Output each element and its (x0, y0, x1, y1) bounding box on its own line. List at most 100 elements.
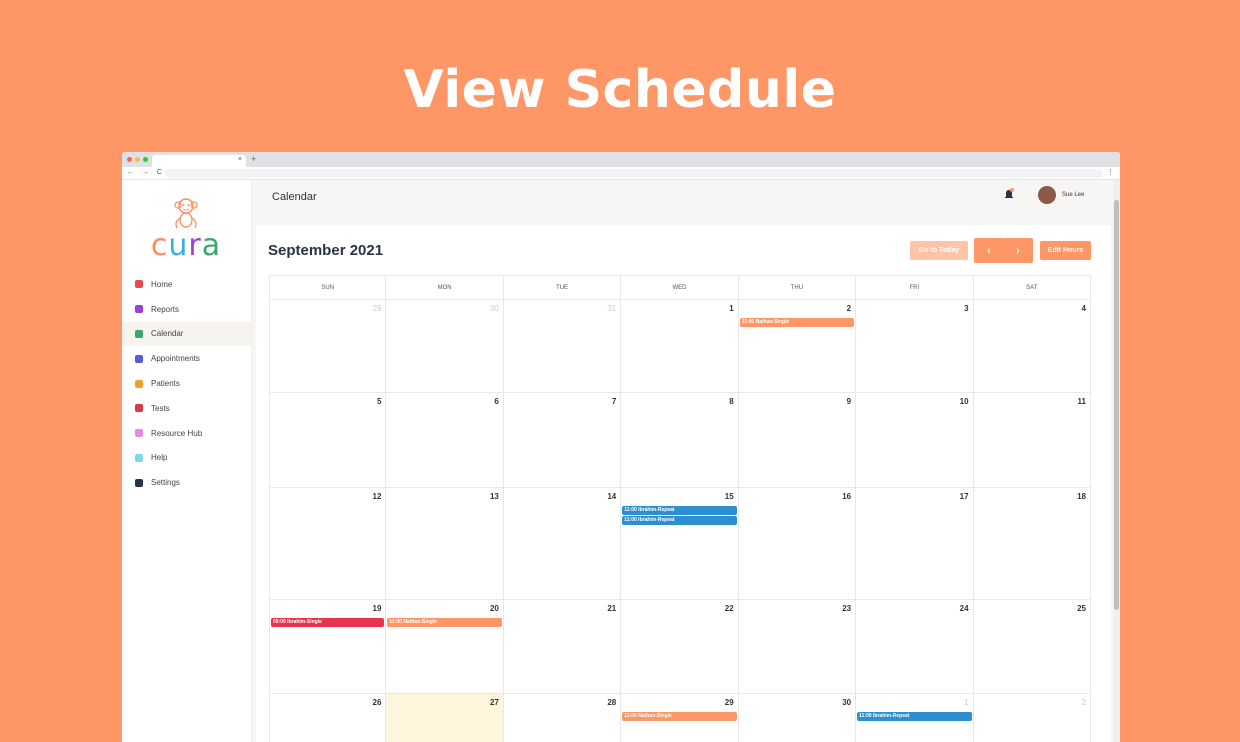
day-number: 17 (959, 492, 969, 501)
calendar-day-cell[interactable]: 20 11:00 Nathan-Single (386, 600, 504, 694)
calendar-day-cell[interactable]: 24 (856, 600, 974, 694)
gear-icon (135, 478, 143, 487)
calendar-day-cell[interactable]: 28 (504, 694, 622, 742)
sidebar-item-reports[interactable]: Reports (122, 297, 251, 322)
avatar[interactable] (1038, 186, 1056, 204)
sidebar-item-settings[interactable]: Settings (122, 470, 251, 495)
weekday-header: SAT (973, 275, 1091, 300)
calendar-day-cell[interactable]: 2 11:00 Nathan-Single (738, 300, 857, 393)
page-heading: View Schedule (403, 60, 837, 120)
sidebar-item-label: Tests (151, 403, 170, 413)
calendar-day-cell[interactable]: 6 (386, 393, 504, 488)
day-number: 8 (729, 397, 734, 406)
calendar-day-cell[interactable]: 17 (856, 488, 974, 600)
day-number: 23 (842, 604, 852, 613)
day-number: 5 (376, 397, 382, 406)
calendar-day-cell[interactable]: 16 (738, 488, 857, 600)
day-number: 10 (959, 397, 969, 406)
notification-bell-icon[interactable] (1004, 188, 1014, 200)
window-close-dot[interactable] (127, 157, 132, 162)
calendar-day-cell[interactable]: 9 (738, 393, 857, 488)
day-number: 6 (494, 397, 499, 406)
calendar-day-cell[interactable]: 23 (738, 600, 857, 694)
calendar-day-cell[interactable]: 8 (621, 393, 739, 488)
brand-letter: u (168, 228, 189, 263)
sidebar-item-help[interactable]: Help (122, 446, 251, 471)
calendar-panel: September 2021 Go to Today ‹ › Edit Hour… (256, 225, 1111, 742)
day-number: 2 (846, 304, 852, 313)
calendar-day-cell[interactable]: 27 (386, 694, 504, 742)
tests-icon (135, 404, 143, 413)
calendar-day-cell[interactable]: 21 (503, 600, 622, 694)
calendar-day-cell[interactable]: 26 (269, 694, 387, 742)
previous-month-button[interactable]: ‹ (974, 238, 1004, 263)
day-number: 29 (724, 698, 734, 707)
sidebar-item-calendar[interactable]: Calendar (122, 321, 251, 347)
calendar-day-cell[interactable]: 30 (386, 300, 504, 393)
sidebar-item-appointments[interactable]: Appointments (122, 346, 251, 371)
close-tab-icon[interactable]: × (238, 156, 242, 163)
next-month-button[interactable]: › (1003, 238, 1033, 263)
cura-logo[interactable]: cura (148, 196, 224, 266)
calendar-day-cell[interactable]: 11 (973, 393, 1091, 488)
sidebar-item-label: Settings (151, 478, 180, 488)
address-bar[interactable] (165, 169, 1103, 178)
sidebar-item-home[interactable]: Home (122, 272, 251, 297)
day-number: 18 (1077, 492, 1086, 501)
day-number: 21 (607, 604, 617, 613)
day-number: 29 (372, 304, 382, 313)
calendar-day-cell[interactable]: 7 (503, 393, 622, 488)
new-tab-icon[interactable]: + (251, 154, 256, 164)
calendar-day-cell[interactable]: 5 (269, 393, 387, 488)
calendar-day-cell[interactable]: 19 09:00 Ibrahim-Single (269, 600, 387, 694)
calendar-day-cell[interactable]: 10 (856, 393, 974, 488)
calendar-day-cell[interactable]: 1 11:00 Ibrahim-Repeat (856, 694, 974, 742)
calendar-day-cell[interactable]: 4 (973, 300, 1091, 393)
calendar-day-cell[interactable]: 12 (269, 488, 387, 600)
calendar-day-cell[interactable]: 18 (973, 488, 1091, 600)
day-number: 28 (607, 698, 617, 707)
calendar-event[interactable]: 11:00 Nathan-Single (739, 318, 855, 327)
day-number: 22 (724, 604, 734, 613)
calendar-day-cell[interactable]: 15 11:00 Ibrahim-Repeat 11:00 Ibrahim-Repe… (621, 488, 739, 600)
day-number: 1 (729, 304, 734, 313)
calendar-event[interactable]: 09:00 Ibrahim-Single (271, 618, 385, 627)
calendar-day-cell[interactable]: 1 (621, 300, 739, 393)
weekday-header: SUN (269, 275, 387, 300)
calendar-day-cell[interactable]: 3 (856, 300, 974, 393)
user-name[interactable]: Sue Lee (1062, 192, 1084, 198)
window-minimize-dot[interactable] (135, 157, 140, 162)
sidebar-item-patients[interactable]: Patients (122, 371, 251, 396)
resource-hub-icon (135, 429, 143, 438)
brand-letter: a (201, 228, 222, 263)
weekday-header: THU (738, 275, 857, 300)
window-zoom-dot[interactable] (143, 157, 148, 162)
browser-menu-icon[interactable]: ⋮ (1107, 168, 1114, 176)
appointments-icon (135, 354, 143, 363)
calendar-day-cell[interactable]: 29 (269, 300, 387, 393)
calendar-event[interactable]: 11:00 Ibrahim-Repeat (622, 506, 737, 515)
day-number: 14 (607, 492, 617, 501)
calendar-day-cell[interactable]: 29 11:00 Nathan-Single (621, 694, 739, 742)
go-to-today-button[interactable]: Go to Today (910, 241, 968, 260)
scrollbar-thumb[interactable] (1114, 200, 1119, 610)
calendar-day-cell[interactable]: 22 (621, 600, 739, 694)
calendar-event[interactable]: 11:00 Nathan-Single (622, 712, 737, 721)
calendar-day-cell[interactable]: 2 (974, 694, 1091, 742)
browser-nav-icons[interactable]: ← → C (127, 169, 165, 176)
scrollbar[interactable] (1113, 180, 1120, 742)
calendar-event[interactable]: 11:00 Ibrahim-Repeat (857, 712, 972, 721)
day-number: 1 (964, 698, 969, 707)
day-number: 26 (372, 698, 382, 707)
calendar-day-cell[interactable]: 14 (503, 488, 622, 600)
sidebar-item-resource-hub[interactable]: Resource Hub (122, 421, 251, 446)
browser-tab[interactable]: × (152, 155, 246, 167)
calendar-day-cell[interactable]: 13 (386, 488, 504, 600)
calendar-event[interactable]: 11:00 Nathan-Single (387, 618, 502, 627)
edit-hours-button[interactable]: Edit Hours (1040, 241, 1091, 260)
sidebar-item-tests[interactable]: Tests (122, 396, 251, 421)
calendar-day-cell[interactable]: 25 (973, 600, 1091, 694)
calendar-day-cell[interactable]: 31 (503, 300, 622, 393)
calendar-event[interactable]: 11:00 Ibrahim-Repeat (622, 516, 737, 525)
calendar-day-cell[interactable]: 30 (739, 694, 857, 742)
